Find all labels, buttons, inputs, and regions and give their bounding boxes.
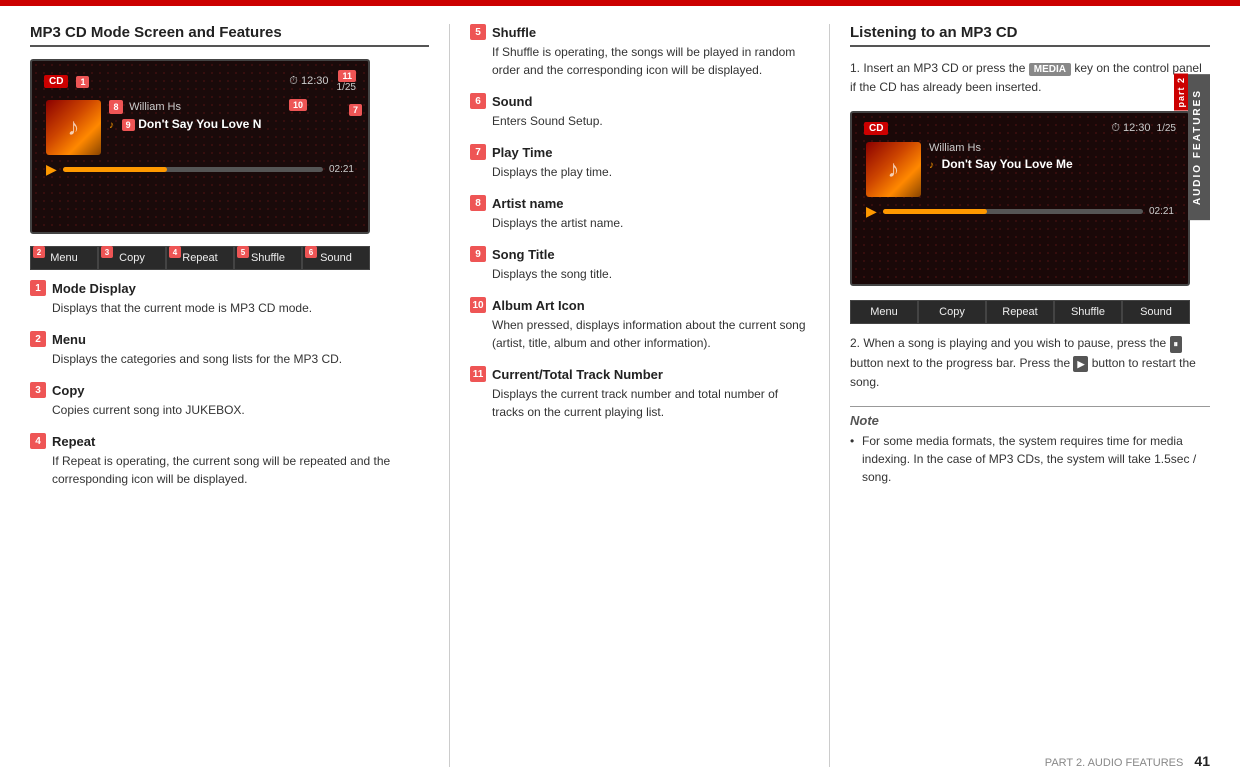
mode-num-badge: 1 <box>76 76 89 88</box>
feature-title-menu: Menu <box>52 332 86 347</box>
step-2-num: 2. <box>850 336 863 350</box>
feature-copy: 3 Copy Copies current song into JUKEBOX. <box>30 382 429 419</box>
page-footer: PART 2. AUDIO FEATURES 41 <box>1045 753 1210 769</box>
step-2-text2: button next to the progress bar. Press t… <box>850 356 1073 370</box>
badge7-left: 7 <box>349 104 362 116</box>
track-title-right: ♪ Don't Say You Love Me <box>929 156 1174 171</box>
feature-artist-name: 8 Artist name Displays the artist name. <box>470 195 809 232</box>
track-count-right: 1/25 <box>1157 123 1176 134</box>
progress-bar-left <box>63 167 323 172</box>
feature-shuffle: 5 Shuffle If Shuffle is operating, the s… <box>470 24 809 79</box>
footer-text: PART 2. AUDIO FEATURES <box>1045 757 1184 769</box>
ctrl-right-sound[interactable]: Sound <box>1122 300 1190 324</box>
feature-desc-text: Displays that the current mode is MP3 CD… <box>30 299 429 317</box>
play-icon-left: ▶ <box>46 161 57 178</box>
note-title: Note <box>850 413 1210 428</box>
album-art-left: ♪ <box>46 100 101 155</box>
step-2-text1: When a song is playing and you wish to p… <box>863 336 1169 350</box>
feature-album-art: 10 Album Art Icon When pressed, displays… <box>470 297 809 352</box>
music-note-title-icon: ♪ <box>109 120 114 131</box>
clock-icon: ⏱ <box>289 75 298 87</box>
right-section-title: Listening to an MP3 CD <box>850 24 1210 47</box>
ctrl-right-copy[interactable]: Copy <box>918 300 986 324</box>
mid-column: 5 Shuffle If Shuffle is operating, the s… <box>450 24 830 767</box>
artist-name-right: William Hs <box>929 142 1174 154</box>
player-screen-right: CD ⏱ 12:30 1/25 ♪ William <box>850 111 1190 286</box>
pause-icon: ⏸ <box>1170 336 1183 352</box>
ctrl-repeat[interactable]: 4Repeat <box>166 246 234 270</box>
part2-badge: part 2 <box>1174 74 1188 111</box>
left-column: MP3 CD Mode Screen and Features CD 1 ⏱ 1… <box>30 24 450 767</box>
player-screen-left: CD 1 ⏱ 12:30 11 1/25 <box>30 59 370 234</box>
elapsed-time-left: 02:21 <box>329 164 354 175</box>
feature-menu: 2 Menu Displays the categories and song … <box>30 331 429 368</box>
clock-icon-right: ⏱ <box>1111 122 1120 134</box>
player-controls-right: Menu Copy Repeat Shuffle Sound <box>850 300 1190 324</box>
note-text: For some media formats, the system requi… <box>850 432 1210 486</box>
left-section-title: MP3 CD Mode Screen and Features <box>30 24 429 47</box>
note-section: Note For some media formats, the system … <box>850 406 1210 486</box>
ctrl-right-menu[interactable]: Menu <box>850 300 918 324</box>
feature-repeat: 4 Repeat If Repeat is operating, the cur… <box>30 433 429 488</box>
feature-sound: 6 Sound Enters Sound Setup. <box>470 93 809 130</box>
feature-song-title: 9 Song Title Displays the song title. <box>470 246 809 283</box>
right-column: Listening to an MP3 CD 1. Insert an MP3 … <box>830 24 1210 767</box>
cd-badge-right: CD <box>864 122 888 135</box>
feature-title-text: Mode Display <box>52 281 136 296</box>
artist-name-left: 8 William Hs <box>109 100 354 114</box>
ctrl-right-repeat[interactable]: Repeat <box>986 300 1054 324</box>
ctrl-copy[interactable]: 3Copy <box>98 246 166 270</box>
badge9-left: 9 <box>122 119 135 131</box>
track-details-right: William Hs ♪ Don't Say You Love Me <box>929 142 1174 171</box>
progress-bar-right <box>883 209 1143 214</box>
badge10-left: 10 <box>289 99 307 111</box>
feature-title-copy: Copy <box>52 383 85 398</box>
player-time-right: ⏱ 12:30 <box>1111 122 1150 135</box>
track-count-left: 1/25 <box>337 82 356 93</box>
music-note-icon-right: ♪ <box>888 156 900 184</box>
sidebar-label: AUDIO FEATURES <box>1188 74 1210 220</box>
player-time-left: ⏱ 12:30 <box>289 75 328 88</box>
page-number: 41 <box>1194 753 1210 769</box>
feature-track-number: 11 Current/Total Track Number Displays t… <box>470 366 809 421</box>
step-2: 2. When a song is playing and you wish t… <box>850 334 1210 392</box>
ctrl-sound[interactable]: 6Sound <box>302 246 370 270</box>
media-badge: MEDIA <box>1029 63 1071 76</box>
badge8-left: 8 <box>109 100 123 114</box>
music-note-icon: ♪ <box>68 114 80 142</box>
feature-play-time: 7 Play Time Displays the play time. <box>470 144 809 181</box>
play-icon-right: ▶ <box>866 203 877 220</box>
badge11-left: 11 <box>338 70 356 82</box>
play-icon-inline: ▶ <box>1073 356 1088 372</box>
step-1: 1. Insert an MP3 CD or press the MEDIA k… <box>850 59 1210 97</box>
ctrl-right-shuffle[interactable]: Shuffle <box>1054 300 1122 324</box>
cd-badge-left: CD <box>44 75 68 88</box>
elapsed-time-right: 02:21 <box>1149 206 1174 217</box>
ctrl-shuffle[interactable]: 5Shuffle <box>234 246 302 270</box>
feature-mode-display: 1 Mode Display Displays that the current… <box>30 280 429 317</box>
track-title-left: ♪ 9 Don't Say You Love N <box>109 116 354 133</box>
step-1-num: 1. <box>850 61 863 75</box>
player-controls-left: 2Menu 3Copy 4Repeat 5Shuffle 6Sound <box>30 246 370 270</box>
feature-title-repeat: Repeat <box>52 434 95 449</box>
ctrl-menu[interactable]: 2Menu <box>30 246 98 270</box>
album-art-right: ♪ <box>866 142 921 197</box>
track-details-left: 8 William Hs ♪ 9 Don't Say You Love N <box>109 100 354 133</box>
